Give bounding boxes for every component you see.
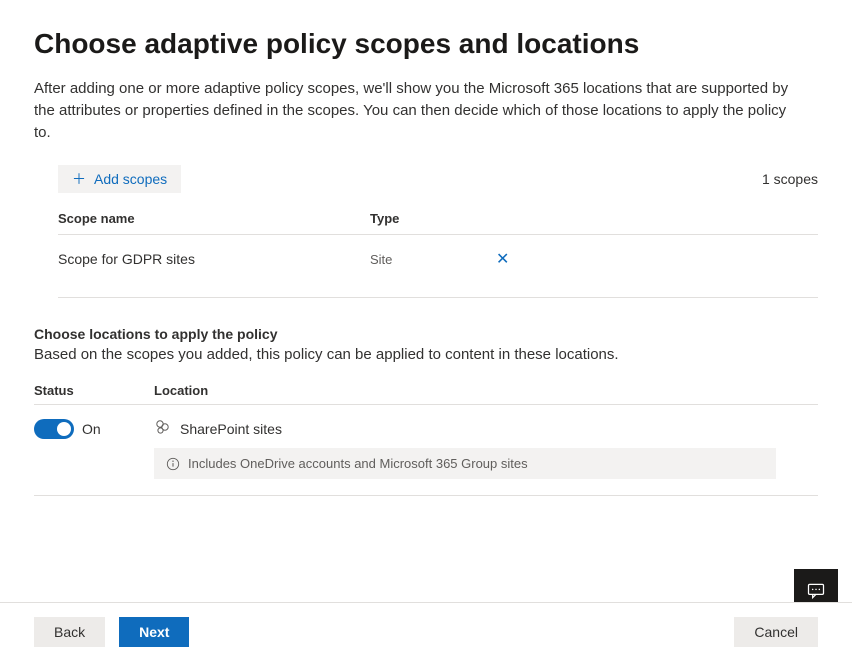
- add-scopes-button[interactable]: ＋ Add scopes: [58, 165, 181, 193]
- scope-row-type: Site: [370, 252, 490, 267]
- locations-section-label: Choose locations to apply the policy: [34, 326, 818, 342]
- next-button[interactable]: Next: [119, 617, 189, 647]
- feedback-icon: [806, 581, 826, 601]
- loc-col-status: Status: [34, 383, 154, 398]
- location-name-text: SharePoint sites: [180, 421, 282, 437]
- status-toggle-wrap: On: [34, 419, 154, 439]
- page-intro: After adding one or more adaptive policy…: [34, 78, 794, 143]
- toggle-knob: [57, 422, 71, 436]
- scope-row-name: Scope for GDPR sites: [58, 251, 370, 267]
- page-title: Choose adaptive policy scopes and locati…: [34, 28, 818, 60]
- remove-scope-button[interactable]: ✕: [490, 247, 515, 271]
- sharepoint-icon: [154, 419, 170, 438]
- add-scopes-label: Add scopes: [94, 171, 167, 187]
- table-row: On SharePoint sites Includes OneDrive ac…: [34, 405, 818, 496]
- status-toggle[interactable]: [34, 419, 74, 439]
- footer-left: Back Next: [34, 617, 189, 647]
- content-area: Choose adaptive policy scopes and locati…: [0, 0, 852, 496]
- loc-col-location: Location: [154, 383, 818, 398]
- scopes-toolbar: ＋ Add scopes 1 scopes: [58, 165, 818, 193]
- scope-col-name: Scope name: [58, 211, 370, 226]
- close-icon: ✕: [496, 251, 509, 268]
- location-name: SharePoint sites: [154, 419, 818, 438]
- scope-table: Scope name Type Scope for GDPR sites Sit…: [58, 203, 818, 298]
- info-icon: [166, 457, 180, 471]
- location-notice-text: Includes OneDrive accounts and Microsoft…: [188, 456, 528, 471]
- plus-icon: ＋: [72, 172, 86, 186]
- page-root: { "header": { "title": "Choose adaptive …: [0, 0, 852, 667]
- locations-section-desc: Based on the scopes you added, this poli…: [34, 346, 818, 363]
- scopes-section: ＋ Add scopes 1 scopes Scope name Type Sc…: [34, 165, 818, 298]
- back-button[interactable]: Back: [34, 617, 105, 647]
- table-row: Scope for GDPR sites Site ✕: [58, 235, 818, 298]
- scope-count: 1 scopes: [762, 171, 818, 187]
- scope-col-type: Type: [370, 211, 490, 226]
- scope-table-header: Scope name Type: [58, 203, 818, 235]
- wizard-footer: Back Next Cancel: [0, 602, 852, 667]
- status-toggle-label: On: [82, 421, 101, 437]
- location-notice: Includes OneDrive accounts and Microsoft…: [154, 448, 776, 479]
- location-table-header: Status Location: [34, 377, 818, 405]
- cancel-button[interactable]: Cancel: [734, 617, 818, 647]
